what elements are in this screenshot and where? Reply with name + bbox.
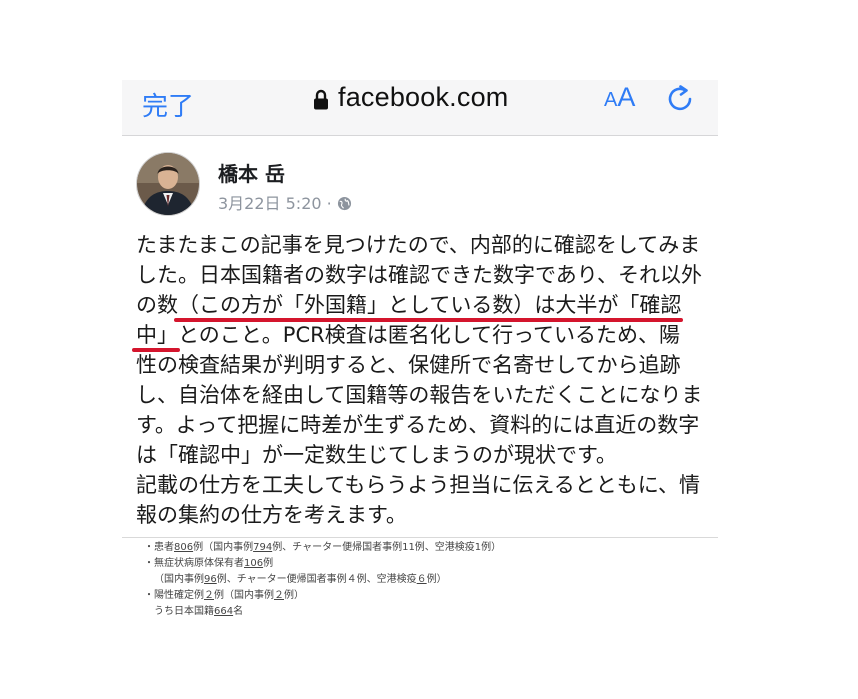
post-text: した。日本国籍者の数字は確認できた数字であり、それ以外 <box>136 263 702 287</box>
snippet-text: ・無症状病原体保有者 <box>144 558 244 569</box>
snippet-text: 例（国内事例 <box>214 590 274 601</box>
snippet-number: 96 <box>204 574 217 585</box>
post-text: 記載の仕方を工夫してもらうよう担当に伝えるとともに、情 <box>136 473 701 497</box>
snippet-number: ２ <box>204 590 214 601</box>
snippet-number: 664 <box>214 606 234 617</box>
address-bar-url[interactable]: facebook.com <box>338 82 509 113</box>
snippet-text: 例、チャーター便帰国者事例11例、空港検疫1例） <box>272 542 502 553</box>
post-text: たまたまこの記事を見つけたので、内部的に確認をしてみま <box>136 233 701 257</box>
post-text: とのこと。PCR検査は匿名化して行っているため、陽 <box>178 323 681 347</box>
globe-icon <box>337 196 351 211</box>
post-text-line: は「確認中」が一定数生じてしまうのが現状です。 <box>136 440 711 470</box>
post-text-line: 中」とのこと。PCR検査は匿名化して行っているため、陽 <box>136 320 711 350</box>
post-text: 報の集約の仕方を考えます。 <box>136 503 407 527</box>
snippet-row: （国内事例96例、チャーター便帰国者事例４例、空港検疫６例） <box>144 572 704 588</box>
snippet-text: 例、チャーター便帰国者事例４例、空港検疫 <box>216 574 417 585</box>
post-text-line: の数（この方が「外国籍」としている数）は大半が「確認 <box>136 290 711 320</box>
phone-screen: 完了 facebook.com AA 橋本 岳 3月22日 5:20 · たまた… <box>122 80 718 632</box>
post-timestamp[interactable]: 3月22日 5:20 <box>218 194 322 213</box>
underlined-text: 中」 <box>136 323 178 347</box>
meta-separator: · <box>326 194 332 213</box>
text-size-small-label: A <box>604 89 618 111</box>
text-size-big-label: A <box>617 82 636 112</box>
underlined-text: （この方が「外国籍」としている数）は大半が「確認 <box>178 293 682 317</box>
snippet-number: ６ <box>416 574 427 585</box>
post-text: し、自治体を経由して国籍等の報告をいただくことになりま <box>136 383 703 407</box>
text-size-button[interactable]: AA <box>604 82 635 113</box>
snippet-text: 例） <box>426 574 447 585</box>
post-text: す。よって把握に時差が生ずるため、資料的には直近の数字 <box>136 413 700 437</box>
post-text-line: す。よって把握に時差が生ずるため、資料的には直近の数字 <box>136 410 711 440</box>
reload-icon[interactable] <box>665 84 695 114</box>
snippet-text: ・患者 <box>144 542 174 553</box>
post-author-name[interactable]: 橋本 岳 <box>218 158 285 187</box>
snippet-divider <box>122 537 718 538</box>
snippet-row: ・陽性確定例２例（国内事例２例） <box>144 588 704 604</box>
snippet-text: 例（国内事例 <box>193 542 254 553</box>
snippet-row: ・患者806例（国内事例794例、チャーター便帰国者事例11例、空港検疫1例） <box>144 540 704 556</box>
snippet-text: 例） <box>284 590 304 601</box>
post-body: たまたまこの記事を見つけたので、内部的に確認をしてみま した。日本国籍者の数字は… <box>136 230 711 530</box>
snippet-number: 106 <box>244 558 264 569</box>
snippet-row: うち日本国籍664名 <box>144 604 704 620</box>
snippet-text: ・陽性確定例 <box>144 590 204 601</box>
embedded-document-snippet: ・患者806例（国内事例794例、チャーター便帰国者事例11例、空港検疫1例） … <box>144 540 704 620</box>
post-text-line: 性の検査結果が判明すると、保健所で名寄せしてから追跡 <box>136 350 711 380</box>
post-meta: 3月22日 5:20 · <box>218 190 352 214</box>
snippet-text: うち日本国籍 <box>154 606 214 617</box>
post-text-line: 報の集約の仕方を考えます。 <box>136 500 711 530</box>
done-button[interactable]: 完了 <box>142 86 194 123</box>
snippet-number: 794 <box>253 542 273 553</box>
snippet-row: ・無症状病原体保有者106例 <box>144 556 704 572</box>
snippet-number: ２ <box>274 590 284 601</box>
post-text-line: たまたまこの記事を見つけたので、内部的に確認をしてみま <box>136 230 711 260</box>
avatar[interactable] <box>136 152 200 216</box>
snippet-number: 806 <box>174 542 194 553</box>
snippet-text: 名 <box>233 606 244 617</box>
lock-icon <box>314 89 328 110</box>
avatar-image <box>137 153 199 215</box>
snippet-text: （国内事例 <box>154 574 204 585</box>
post-text-line: した。日本国籍者の数字は確認できた数字であり、それ以外 <box>136 260 711 290</box>
post-text: 性の検査結果が判明すると、保健所で名寄せしてから追跡 <box>136 353 681 377</box>
post-text-line: し、自治体を経由して国籍等の報告をいただくことになりま <box>136 380 711 410</box>
post-text: は「確認中」が一定数生じてしまうのが現状です。 <box>136 443 617 467</box>
post-text-line: 記載の仕方を工夫してもらうよう担当に伝えるとともに、情 <box>136 470 711 500</box>
snippet-text: 例 <box>263 558 274 569</box>
post-text: の数 <box>136 293 178 317</box>
browser-toolbar: 完了 facebook.com AA <box>122 80 718 136</box>
